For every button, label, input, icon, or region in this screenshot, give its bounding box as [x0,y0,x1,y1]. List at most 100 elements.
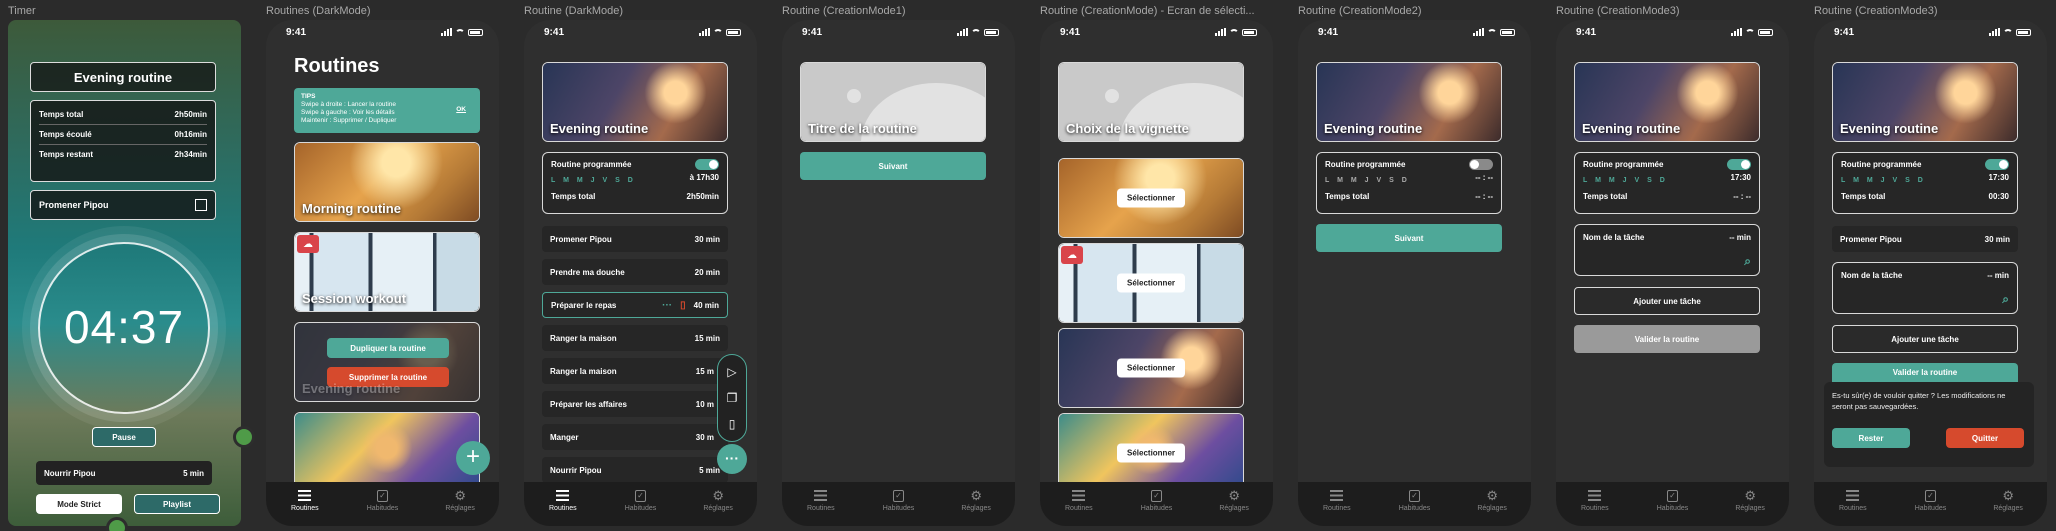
task-row[interactable]: Ranger la maison 15 m [542,358,728,384]
select-button[interactable]: Sélectionner [1116,188,1186,208]
select-button[interactable]: Sélectionner [1116,358,1186,378]
nav-reglages[interactable]: ⚙ Réglages [1978,489,2038,526]
nav-habitudes[interactable]: ✓ Habitudes [868,489,928,526]
trash-icon[interactable]: ▯ [680,300,686,311]
new-task-input[interactable]: Nom de la tâche -- min ⌕ [1832,262,2018,314]
thumbnail-option[interactable]: Sélectionner [1058,413,1244,493]
nav-reglages[interactable]: ⚙ Réglages [688,489,748,526]
task-name-field[interactable]: Nom de la tâche [1583,233,1644,242]
schedule-toggle[interactable] [1985,159,2009,170]
new-task-input[interactable]: Nom de la tâche -- min ⌕ [1574,224,1760,276]
search-icon[interactable]: ⌕ [1744,254,1751,269]
schedule-time[interactable]: à 17h30 [690,173,719,184]
routine-card[interactable]: Dupliquer la routine Supprimer la routin… [294,322,480,402]
selection-title: Choix de la vignette [1066,121,1189,136]
routine-card[interactable]: ☁ Session workout [294,232,480,312]
stay-button[interactable]: Rester [1832,428,1910,448]
routine-card[interactable] [294,412,480,492]
task-row[interactable]: Promener Pipou 30 min [542,226,728,252]
frame-label-create3b: Routine (CreationMode3) [1814,5,1938,17]
thumbnail-option[interactable]: Sélectionner [1058,158,1244,238]
nav-routines[interactable]: Routines [533,489,593,526]
more-options-fab[interactable]: ··· [717,444,747,474]
thumbnail-placeholder[interactable]: Titre de la routine [800,62,986,142]
nav-habitudes[interactable]: ✓ Habitudes [1384,489,1444,526]
nav-habitudes[interactable]: ✓ Habitudes [610,489,670,526]
pause-button[interactable]: Pause [92,427,156,447]
select-button[interactable]: Sélectionner [1116,273,1186,293]
nav-habitudes[interactable]: ✓ Habitudes [1642,489,1702,526]
status-icons [1731,28,1773,36]
total-label: Temps total [1841,192,1886,201]
nav-reglages[interactable]: ⚙ Réglages [1462,489,1522,526]
checklist-icon: ✓ [634,489,646,502]
task-row-selected[interactable]: Préparer le repas ··· ▯ 40 min [542,292,728,318]
nav-routines[interactable]: Routines [1565,489,1625,526]
task-row[interactable]: Promener Pipou 30 min [1832,226,2018,252]
next-button[interactable]: Suivant [1316,224,1502,252]
task-row[interactable]: Préparer les affaires 10 m [542,391,728,417]
stat-value: 2h50min [174,110,207,119]
next-button[interactable]: Suivant [800,152,986,180]
validate-button[interactable]: Valider la routine [1574,325,1760,353]
thumbnail-option[interactable]: ☁ Sélectionner [1058,243,1244,323]
nav-reglages[interactable]: ⚙ Réglages [1720,489,1780,526]
add-task-button[interactable]: Ajouter une tâche [1832,325,2018,353]
nav-routines[interactable]: Routines [1307,489,1367,526]
add-routine-fab[interactable]: + [456,441,490,475]
drag-dots-icon[interactable]: ··· [662,300,672,311]
task-row[interactable]: Prendre ma douche 20 min [542,259,728,285]
nav-routines[interactable]: Routines [1823,489,1883,526]
routine-card-title: Evening routine [1324,121,1423,136]
copy-icon[interactable]: ❐ [727,391,738,405]
tips-ok-button[interactable]: OK [456,106,466,114]
timer-screen: Evening routine Temps total 2h50min Temps… [8,20,241,526]
play-icon[interactable]: ▷ [727,365,736,379]
weekday-selector[interactable]: L M M J V S D [1583,177,1668,184]
task-duration-field[interactable]: -- min [1729,233,1751,242]
nav-habitudes[interactable]: ✓ Habitudes [1126,489,1186,526]
battery-icon [468,28,483,36]
thumbnail-option[interactable]: Sélectionner [1058,328,1244,408]
bottom-nav: Routines ✓ Habitudes ⚙ Réglages [782,482,1015,526]
schedule-toggle[interactable] [1469,159,1493,170]
drag-handle[interactable] [233,426,255,448]
mode-strict-button[interactable]: Mode Strict [36,494,122,514]
nav-reglages[interactable]: ⚙ Réglages [430,489,490,526]
trash-icon[interactable]: ▯ [729,417,736,431]
nav-reglages[interactable]: ⚙ Réglages [1204,489,1264,526]
nav-routines[interactable]: Routines [275,489,335,526]
playlist-button[interactable]: Playlist [134,494,220,514]
nav-label: Habitudes [1914,505,1947,512]
task-name-field[interactable]: Nom de la tâche [1841,271,1902,280]
nav-habitudes[interactable]: ✓ Habitudes [352,489,412,526]
quit-button[interactable]: Quitter [1946,428,2024,448]
task-duration-field[interactable]: -- min [1987,271,2009,280]
thumbnail-placeholder: Choix de la vignette [1058,62,1244,142]
title-input[interactable]: Titre de la routine [808,121,917,136]
nav-routines[interactable]: Routines [1049,489,1109,526]
duplicate-button[interactable]: Dupliquer la routine [327,338,449,358]
search-icon[interactable]: ⌕ [2002,292,2009,307]
task-row[interactable]: Manger 30 m [542,424,728,450]
select-button[interactable]: Sélectionner [1116,443,1186,463]
wifi-icon [1487,28,1497,36]
routine-card[interactable]: Morning routine [294,142,480,222]
task-row[interactable]: Nourrir Pipou 5 min [542,457,728,483]
weekday-selector[interactable]: L M M J V S D [1841,177,1926,184]
schedule-time[interactable]: -- : -- [1475,173,1493,184]
add-task-button[interactable]: Ajouter une tâche [1574,287,1760,315]
schedule-time[interactable]: 17:30 [1989,173,2009,184]
nav-reglages[interactable]: ⚙ Réglages [946,489,1006,526]
schedule-toggle[interactable] [695,159,719,170]
gear-icon: ⚙ [1228,488,1240,503]
schedule-time[interactable]: 17:30 [1731,173,1751,184]
nav-habitudes[interactable]: ✓ Habitudes [1900,489,1960,526]
task-checkbox[interactable] [195,199,207,211]
weekday-selector[interactable]: L M M J V S D [1325,177,1410,184]
weekday-selector[interactable]: L M M J V S D [551,177,636,184]
task-row[interactable]: Ranger la maison 15 min [542,325,728,351]
nav-routines[interactable]: Routines [791,489,851,526]
current-task[interactable]: Promener Pipou [30,190,216,220]
schedule-toggle[interactable] [1727,159,1751,170]
